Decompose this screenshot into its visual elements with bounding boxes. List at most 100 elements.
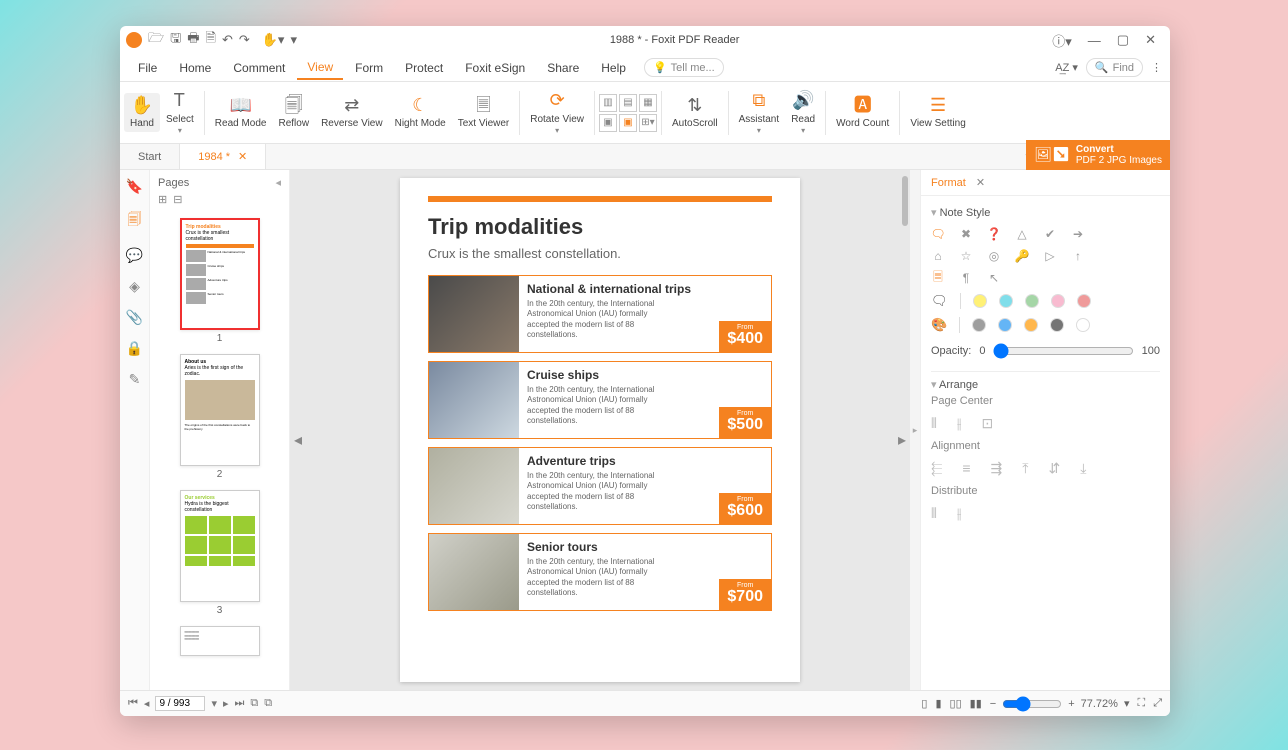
layout-4-icon[interactable]: ▣ <box>599 114 617 132</box>
tool-assistant[interactable]: ⧉Assistant▾ <box>733 88 786 137</box>
layout-3-icon[interactable]: ▦ <box>639 94 657 112</box>
page-icon[interactable]: 🗎 <box>205 29 215 51</box>
menu-protect[interactable]: Protect <box>395 57 453 79</box>
pages-rail-icon[interactable]: 🗐 <box>128 209 142 233</box>
view-facing-icon[interactable]: ▯▯ <box>950 697 962 710</box>
zoom-out-icon[interactable]: − <box>990 698 996 710</box>
menu-home[interactable]: Home <box>169 57 221 79</box>
color-swatch[interactable] <box>1051 294 1065 308</box>
note-star-icon[interactable]: ☆ <box>959 249 973 263</box>
menu-file[interactable]: File <box>128 57 167 79</box>
attachments-rail-icon[interactable]: 📎 <box>126 309 143 326</box>
signature-rail-icon[interactable]: ✎ <box>129 371 141 388</box>
color-swatch[interactable] <box>1024 318 1038 332</box>
color-swatch[interactable] <box>998 318 1012 332</box>
align-right-icon[interactable]: ⇶ <box>991 460 1003 477</box>
note-arrow-up-icon[interactable]: ↑ <box>1071 249 1085 263</box>
view-single-icon[interactable]: ▯ <box>921 697 927 710</box>
menu-view[interactable]: View <box>297 56 343 80</box>
note-note-icon[interactable]: 🗏 <box>931 271 945 285</box>
note-target-icon[interactable]: ◎ <box>987 249 1001 263</box>
prev-page-icon[interactable]: ◂ <box>294 430 302 444</box>
menu-form[interactable]: Form <box>345 57 393 79</box>
tool-read[interactable]: 🔊Read▾ <box>785 88 821 137</box>
thumbnail-4[interactable]: ━━━━━━━━━━━━━━━━━━━━━━━━ <box>156 626 283 656</box>
tool-hand[interactable]: ✋Hand <box>124 93 160 133</box>
tool-word-count[interactable]: 🅰Word Count <box>830 93 895 133</box>
tool-text-viewer[interactable]: 🗏Text Viewer <box>452 93 516 133</box>
redo-icon[interactable]: ↷ <box>239 32 250 48</box>
align-bottom-icon[interactable]: ⤓ <box>1080 460 1086 477</box>
tool-rotate-view[interactable]: ⟳Rotate View▾ <box>524 88 590 137</box>
zoom-in-icon[interactable]: + <box>1068 698 1074 710</box>
thumbnail-2[interactable]: About usAries is the first sign of the z… <box>156 354 283 480</box>
last-page-icon[interactable]: ⏭ <box>235 697 245 710</box>
thumbnail-1[interactable]: Trip modalitiesCrux is the smallest cons… <box>156 218 283 344</box>
tab-document[interactable]: 1984 *✕ <box>180 144 266 169</box>
layout-grid[interactable]: ▥▤▦ ▣▣⊞▾ <box>599 94 657 132</box>
save-icon[interactable]: 🖫 <box>170 29 181 51</box>
minimize-button[interactable]: — <box>1088 33 1101 48</box>
thumbnail-3[interactable]: Our servicesHydra is the biggest constel… <box>156 490 283 616</box>
bookmark-rail-icon[interactable]: 🔖 <box>126 178 143 195</box>
color-swatch[interactable] <box>999 294 1013 308</box>
fullscreen-icon[interactable]: ⤢ <box>1153 697 1162 710</box>
menu-more-icon[interactable]: ⋮ <box>1151 61 1162 74</box>
expand-icon[interactable]: ⊞ <box>158 193 167 206</box>
menu-help[interactable]: Help <box>591 57 636 79</box>
az-sort-icon[interactable]: A͢Z ▾ <box>1055 61 1078 74</box>
zoom-dropdown-icon[interactable]: ▾ <box>1124 697 1130 710</box>
document-area[interactable]: ◂ ▸ Trip modalities Crux is the smallest… <box>290 170 910 690</box>
note-paragraph-icon[interactable]: ¶ <box>959 271 973 285</box>
color-swatch[interactable] <box>1025 294 1039 308</box>
note-help-icon[interactable]: ❓ <box>987 227 1001 241</box>
open-icon[interactable]: 🗁 <box>148 29 164 51</box>
tool-reflow[interactable]: 🗐Reflow <box>273 93 316 133</box>
note-key-icon[interactable]: 🔑 <box>1015 249 1029 263</box>
next-page-btn-icon[interactable]: ▸ <box>223 697 229 710</box>
note-home-icon[interactable]: ⌂ <box>931 249 945 263</box>
hand-qat-icon[interactable]: ✋▾ <box>262 32 285 48</box>
align-middle-icon[interactable]: ⇵ <box>1048 460 1060 477</box>
tool-night-mode[interactable]: ☾Night Mode <box>389 93 452 133</box>
next-page-icon[interactable]: ▸ <box>898 430 906 444</box>
tool-select[interactable]: ᎢSelect▾ <box>160 88 200 137</box>
color-swatch[interactable] <box>1050 318 1064 332</box>
note-triangle-icon[interactable]: △ <box>1015 227 1029 241</box>
page-number-input[interactable] <box>155 696 205 711</box>
note-check-icon[interactable]: ✔ <box>1043 227 1057 241</box>
view-cont-facing-icon[interactable]: ▮▮ <box>970 697 982 710</box>
layout-6-icon[interactable]: ⊞▾ <box>639 114 657 132</box>
nav-fwd-icon[interactable]: ⧉ <box>264 697 272 710</box>
undo-icon[interactable]: ↶ <box>222 32 233 48</box>
tool-view-setting[interactable]: ☰View Setting <box>904 93 971 133</box>
fit-width-icon[interactable]: ⛶ <box>1137 697 1145 710</box>
menu-comment[interactable]: Comment <box>223 57 295 79</box>
menu-share[interactable]: Share <box>537 57 589 79</box>
user-icon[interactable]: ⓘ▾ <box>1052 31 1072 50</box>
color-swatch[interactable] <box>972 318 986 332</box>
center-v-icon[interactable]: ⫲ <box>957 415 962 432</box>
close-button[interactable]: ✕ <box>1145 32 1156 48</box>
note-cursor-icon[interactable]: ↖ <box>987 271 1001 285</box>
distribute-v-icon[interactable]: ⫲ <box>957 505 962 522</box>
tool-reverse-view[interactable]: ⇄Reverse View <box>315 93 389 133</box>
color-swatch[interactable] <box>1077 294 1091 308</box>
align-center-icon[interactable]: ≡ <box>962 460 970 477</box>
menu-esign[interactable]: Foxit eSign <box>455 57 535 79</box>
convert-banner[interactable]: 🖼↘ ConvertPDF 2 JPG Images <box>1026 140 1170 170</box>
layers-rail-icon[interactable]: ◈ <box>129 278 140 295</box>
nav-back-icon[interactable]: ⧉ <box>250 697 258 710</box>
align-top-icon[interactable]: ⤒ <box>1022 460 1028 477</box>
scrollbar[interactable] <box>902 176 908 226</box>
note-cross-icon[interactable]: ✖ <box>959 227 973 241</box>
layout-1-icon[interactable]: ▥ <box>599 94 617 112</box>
maximize-button[interactable]: ▢ <box>1117 32 1129 48</box>
panel-close-icon[interactable]: ◂ <box>275 176 281 189</box>
collapse-icon[interactable]: ⊟ <box>173 193 182 206</box>
prev-page-btn-icon[interactable]: ◂ <box>144 697 150 710</box>
security-rail-icon[interactable]: 🔒 <box>126 340 143 357</box>
distribute-h-icon[interactable]: ⫴ <box>931 505 937 522</box>
color-swatch[interactable] <box>973 294 987 308</box>
format-tab[interactable]: Format <box>931 177 966 189</box>
